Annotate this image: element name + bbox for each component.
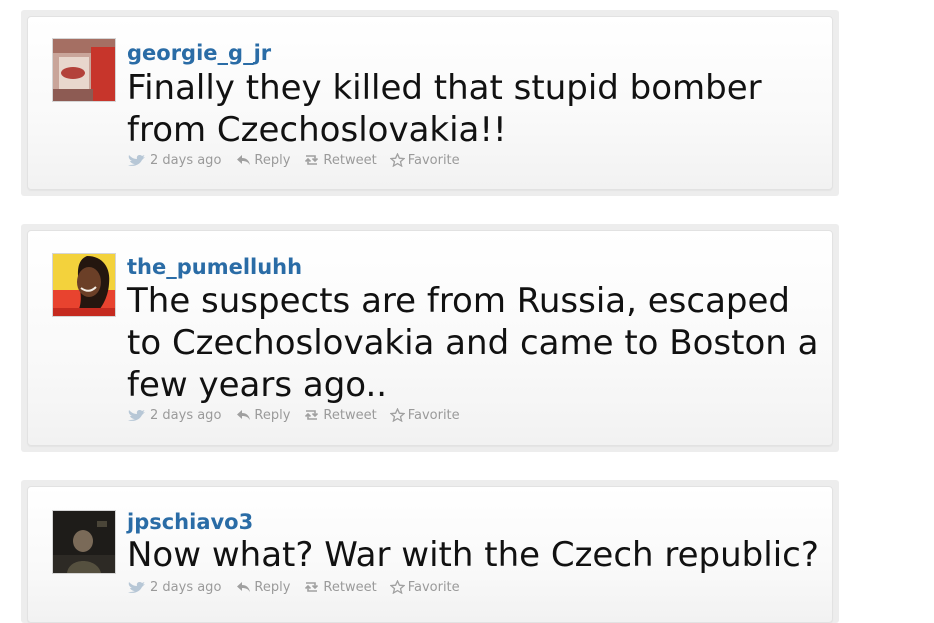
tweet-actions: 2 days ago Reply Retweet Favorite — [127, 151, 473, 169]
reply-label: Reply — [254, 152, 291, 168]
retweet-icon — [305, 155, 319, 165]
avatar[interactable] — [52, 510, 116, 574]
tweet-panel: georgie_g_jr Finally they killed that st… — [21, 10, 839, 196]
tweet-actions: 2 days ago Reply Retweet Favorite — [127, 578, 473, 596]
reply-button[interactable]: Reply — [236, 153, 290, 168]
username-link[interactable]: the_pumelluhh — [127, 255, 302, 279]
favorite-button[interactable]: Favorite — [389, 152, 460, 168]
favorite-button[interactable]: Favorite — [389, 579, 460, 595]
timestamp-label: 2 days ago — [150, 407, 222, 423]
retweet-button[interactable]: Retweet — [303, 407, 377, 423]
retweet-icon — [305, 582, 319, 592]
tweet-panel: jpschiavo3 Now what? War with the Czech … — [21, 480, 839, 623]
bird-icon — [128, 155, 145, 166]
favorite-label: Favorite — [407, 407, 460, 423]
favorite-label: Favorite — [407, 152, 460, 168]
tweet-card: the_pumelluhh The suspects are from Russ… — [27, 230, 833, 446]
reply-icon — [237, 582, 251, 592]
retweet-label: Retweet — [323, 152, 377, 168]
reply-icon — [237, 155, 251, 165]
username-link[interactable]: jpschiavo3 — [127, 510, 253, 534]
tweet-actions: 2 days ago Reply Retweet Favorite — [127, 406, 473, 424]
bird-icon — [128, 582, 145, 593]
timestamp-label: 2 days ago — [150, 579, 222, 595]
tweet-text: The suspects are from Russia, escaped to… — [127, 281, 819, 405]
tweet-card: georgie_g_jr Finally they killed that st… — [27, 16, 833, 190]
username-link[interactable]: georgie_g_jr — [127, 41, 271, 65]
retweet-label: Retweet — [323, 579, 377, 595]
tweet-card: jpschiavo3 Now what? War with the Czech … — [27, 486, 833, 623]
tweet-text: Now what? War with the Czech republic? — [127, 535, 819, 575]
timestamp-link[interactable]: 2 days ago — [127, 579, 221, 595]
bird-icon — [128, 410, 145, 421]
star-icon — [389, 580, 405, 594]
star-icon — [389, 153, 405, 167]
reply-icon — [237, 410, 251, 420]
favorite-button[interactable]: Favorite — [389, 407, 460, 423]
tweet-panel: the_pumelluhh The suspects are from Russ… — [21, 224, 839, 452]
reply-label: Reply — [254, 579, 291, 595]
avatar-image — [53, 39, 115, 101]
avatar-image — [53, 254, 115, 316]
retweet-icon — [305, 410, 319, 420]
tweet-text: Finally they killed that stupid bomber f… — [127, 68, 762, 150]
favorite-label: Favorite — [407, 579, 460, 595]
avatar-image — [53, 511, 115, 573]
timestamp-link[interactable]: 2 days ago — [127, 407, 221, 423]
timestamp-link[interactable]: 2 days ago — [127, 152, 221, 168]
reply-button[interactable]: Reply — [236, 408, 290, 423]
timestamp-label: 2 days ago — [150, 152, 222, 168]
retweet-button[interactable]: Retweet — [303, 152, 377, 168]
reply-button[interactable]: Reply — [236, 580, 290, 595]
retweet-label: Retweet — [323, 407, 377, 423]
avatar[interactable] — [52, 38, 116, 102]
star-icon — [389, 408, 405, 422]
reply-label: Reply — [254, 407, 291, 423]
avatar[interactable] — [52, 253, 116, 317]
retweet-button[interactable]: Retweet — [303, 579, 377, 595]
